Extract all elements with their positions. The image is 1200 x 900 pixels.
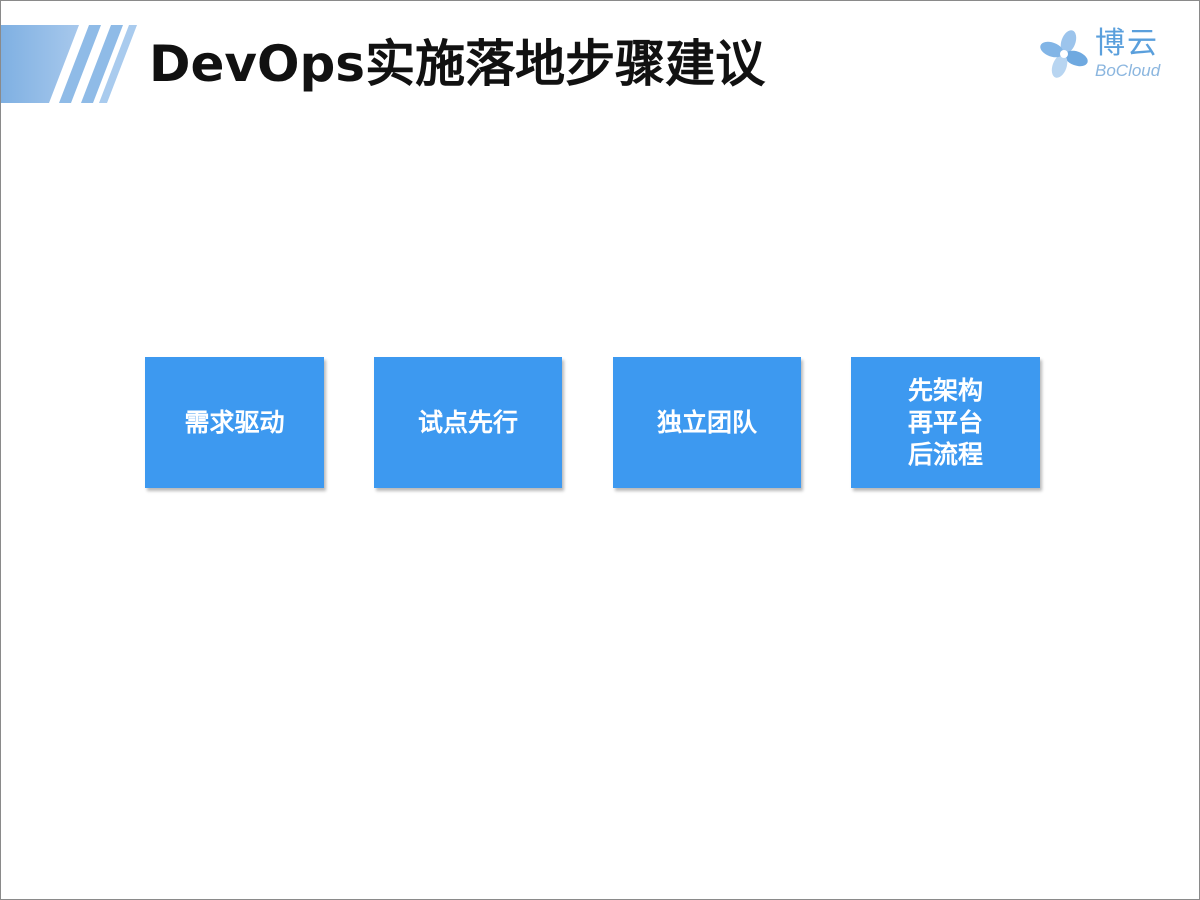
bocloud-logo: 博云 BoCloud [1037,27,1177,85]
step-box-requirement-driven: 需求驱动 [145,357,324,488]
slide: DevOps实施落地步骤建议 博云 BoCloud 需求驱动 试点先行 独立团队… [0,0,1200,900]
logo-english-name: BoCloud [1095,61,1161,80]
step-box-pilot-first: 试点先行 [374,357,562,488]
logo-chinese-name: 博云 [1095,26,1159,61]
step-box-independent-team: 独立团队 [613,357,801,488]
step-box-architecture-platform-process: 先架构 再平台 后流程 [851,357,1040,488]
header-stripes-decoration [1,25,137,103]
slide-title: DevOps实施落地步骤建议 [149,35,766,93]
bocloud-flower-icon [1040,30,1088,78]
